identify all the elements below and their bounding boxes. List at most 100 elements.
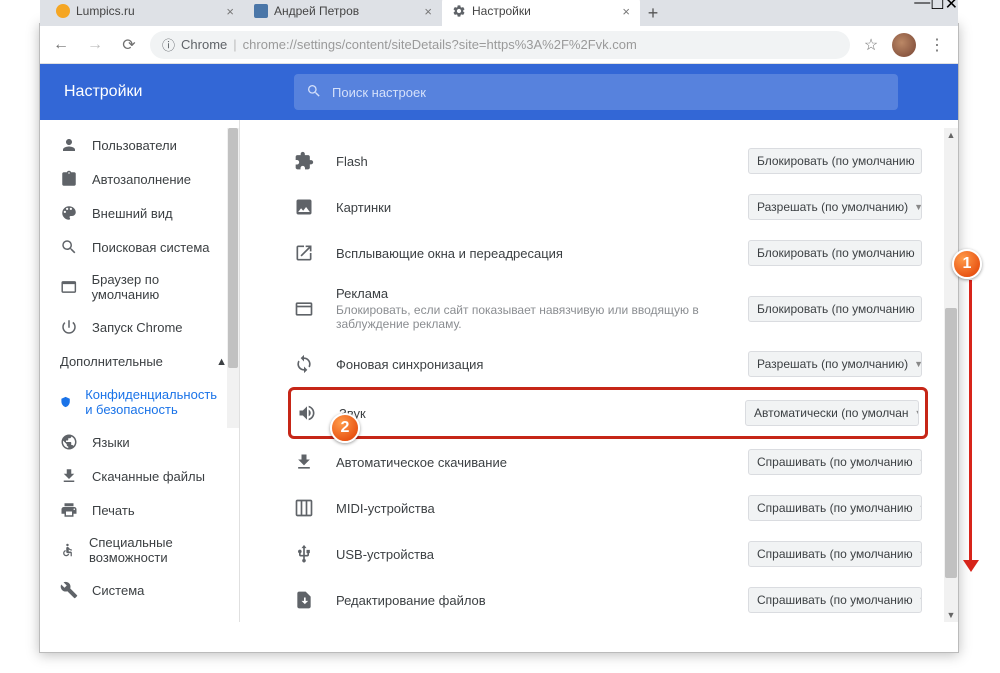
maximize-button[interactable]: ☐ (930, 0, 944, 16)
sidebar-scrollbar[interactable] (227, 128, 239, 428)
settings-header: Настройки Поиск настроек (40, 64, 958, 120)
dropdown-value: Блокировать (по умолчанию (757, 246, 915, 260)
permission-dropdown[interactable]: Блокировать (по умолчанию▼ (748, 148, 922, 174)
permission-dropdown[interactable]: Спрашивать (по умолчанию ▼ (748, 449, 922, 475)
settings-search-input[interactable]: Поиск настроек (294, 74, 898, 110)
forward-button[interactable]: → (82, 32, 108, 58)
chevron-down-icon: ▼ (921, 248, 922, 258)
permission-label: Картинки (336, 200, 748, 215)
reload-button[interactable]: ⟳ (116, 32, 142, 58)
sidebar-item-clipboard[interactable]: Автозаполнение (40, 162, 239, 196)
midi-icon (294, 498, 314, 518)
scrollbar-thumb[interactable] (945, 308, 957, 578)
permission-label: MIDI-устройства (336, 501, 748, 516)
search-placeholder: Поиск настроек (332, 85, 426, 100)
tab-settings[interactable]: Настройки × (442, 0, 640, 26)
chevron-down-icon: ▼ (921, 304, 922, 314)
close-tab-icon[interactable]: × (622, 4, 630, 19)
accessibility-icon (60, 541, 75, 559)
download-icon (60, 467, 78, 485)
permission-label: РекламаБлокировать, если сайт показывает… (336, 286, 748, 331)
minimize-button[interactable]: — (914, 0, 930, 16)
permission-dropdown[interactable]: Блокировать (по умолчанию ▼ (748, 296, 922, 322)
tab-label: Lumpics.ru (76, 4, 220, 18)
dropdown-value: Разрешать (по умолчанию) (757, 357, 908, 371)
dropdown-value: Спрашивать (по умолчанию (757, 547, 913, 561)
sidebar-item-person[interactable]: Пользователи (40, 128, 239, 162)
autodl-icon (294, 452, 314, 472)
sidebar-item-palette[interactable]: Внешний вид (40, 196, 239, 230)
scrollbar-thumb[interactable] (228, 128, 238, 368)
chevron-down-icon: ▼ (915, 408, 919, 418)
new-tab-button[interactable]: + (640, 0, 666, 26)
permission-dropdown[interactable]: Спрашивать (по умолчанию▼ (748, 495, 922, 521)
sidebar-item-wrench[interactable]: Система (40, 573, 239, 607)
dropdown-value: Разрешать (по умолчанию) (757, 200, 908, 214)
sidebar-item-globe[interactable]: Языки (40, 425, 239, 459)
annotation-badge-2: 2 (330, 413, 360, 443)
tab-lumpics[interactable]: Lumpics.ru × (46, 0, 244, 26)
power-icon (60, 318, 78, 336)
ads-icon (294, 299, 314, 319)
permission-dropdown[interactable]: Спрашивать (по умолчанию▼ (748, 587, 922, 613)
permission-row-ads: РекламаБлокировать, если сайт показывает… (288, 276, 928, 341)
permission-dropdown[interactable]: Разрешать (по умолчанию)▼ (748, 351, 922, 377)
permission-dropdown[interactable]: Блокировать (по умолчанию ▼ (748, 240, 922, 266)
scroll-down-icon[interactable]: ▼ (944, 608, 958, 622)
sidebar-item-label: Внешний вид (92, 206, 173, 221)
permission-dropdown[interactable]: Разрешать (по умолчанию) ▼ (748, 194, 922, 220)
person-icon (60, 136, 78, 154)
close-tab-icon[interactable]: × (424, 4, 432, 19)
dropdown-value: Блокировать (по умолчанию (757, 302, 915, 316)
sidebar-item-accessibility[interactable]: Специальные возможности (40, 527, 239, 573)
profile-avatar[interactable] (892, 33, 916, 57)
search-icon (306, 83, 322, 102)
close-tab-icon[interactable]: × (226, 4, 234, 19)
favicon-settings-icon (452, 4, 466, 18)
permission-row-fileedit: Редактирование файловСпрашивать (по умол… (288, 577, 928, 622)
tab-label: Настройки (472, 4, 616, 18)
sidebar-item-label: Запуск Chrome (92, 320, 183, 335)
info-icon: ⓘ (162, 35, 175, 54)
back-button[interactable]: ← (48, 32, 74, 58)
bookmark-star-icon[interactable]: ☆ (858, 32, 884, 58)
chevron-down-icon: ▼ (921, 156, 922, 166)
sidebar-item-label: Специальные возможности (89, 535, 227, 565)
menu-icon[interactable]: ⋮ (924, 32, 950, 58)
sidebar-item-printer[interactable]: Печать (40, 493, 239, 527)
main-scrollbar[interactable]: ▲ ▼ (944, 128, 958, 622)
sidebar-item-browser[interactable]: Браузер по умолчанию (40, 264, 239, 310)
permission-dropdown[interactable]: Автоматически (по умолчан▼ (745, 400, 919, 426)
settings-sidebar: Пользователи Автозаполнение Внешний вид Пои… (40, 64, 240, 622)
sidebar-item-download[interactable]: Скачанные файлы (40, 459, 239, 493)
scroll-up-icon[interactable]: ▲ (944, 128, 958, 142)
address-bar: ← → ⟳ ⓘ Chrome | chrome://settings/conte… (40, 26, 958, 64)
tab-label: Андрей Петров (274, 4, 418, 18)
permission-row-midi: MIDI-устройстваСпрашивать (по умолчанию▼ (288, 485, 928, 531)
chevron-down-icon: ▼ (919, 595, 922, 605)
settings-main: FlashБлокировать (по умолчанию▼КартинкиР… (240, 64, 958, 622)
printer-icon (60, 501, 78, 519)
browser-window: Lumpics.ru × Андрей Петров × Настройки ×… (39, 23, 959, 653)
wrench-icon (60, 581, 78, 599)
tab-vk[interactable]: Андрей Петров × (244, 0, 442, 26)
dropdown-value: Спрашивать (по умолчанию (757, 455, 913, 469)
permission-row-usb: USB-устройстваСпрашивать (по умолчанию▼ (288, 531, 928, 577)
sidebar-item-search[interactable]: Поисковая система (40, 230, 239, 264)
sidebar-section-advanced[interactable]: Дополнительные ▲ (40, 344, 239, 379)
sidebar-item-label: Поисковая система (92, 240, 210, 255)
sidebar-item-power[interactable]: Запуск Chrome (40, 310, 239, 344)
sidebar-item-shield[interactable]: Конфиденциальность и безопасность (40, 379, 239, 425)
fileedit-icon (294, 590, 314, 610)
favicon-vk-icon (254, 4, 268, 18)
omnibox[interactable]: ⓘ Chrome | chrome://settings/content/sit… (150, 31, 850, 59)
sidebar-item-label: Автозаполнение (92, 172, 191, 187)
chevron-down-icon: ▼ (914, 202, 922, 212)
sidebar-item-label: Конфиденциальность и безопасность (85, 387, 227, 417)
sidebar-item-label: Языки (92, 435, 130, 450)
sidebar-item-label: Печать (92, 503, 135, 518)
close-window-button[interactable]: ✕ (945, 0, 958, 16)
chevron-down-icon: ▼ (919, 457, 922, 467)
permission-dropdown[interactable]: Спрашивать (по умолчанию▼ (748, 541, 922, 567)
palette-icon (60, 204, 78, 222)
